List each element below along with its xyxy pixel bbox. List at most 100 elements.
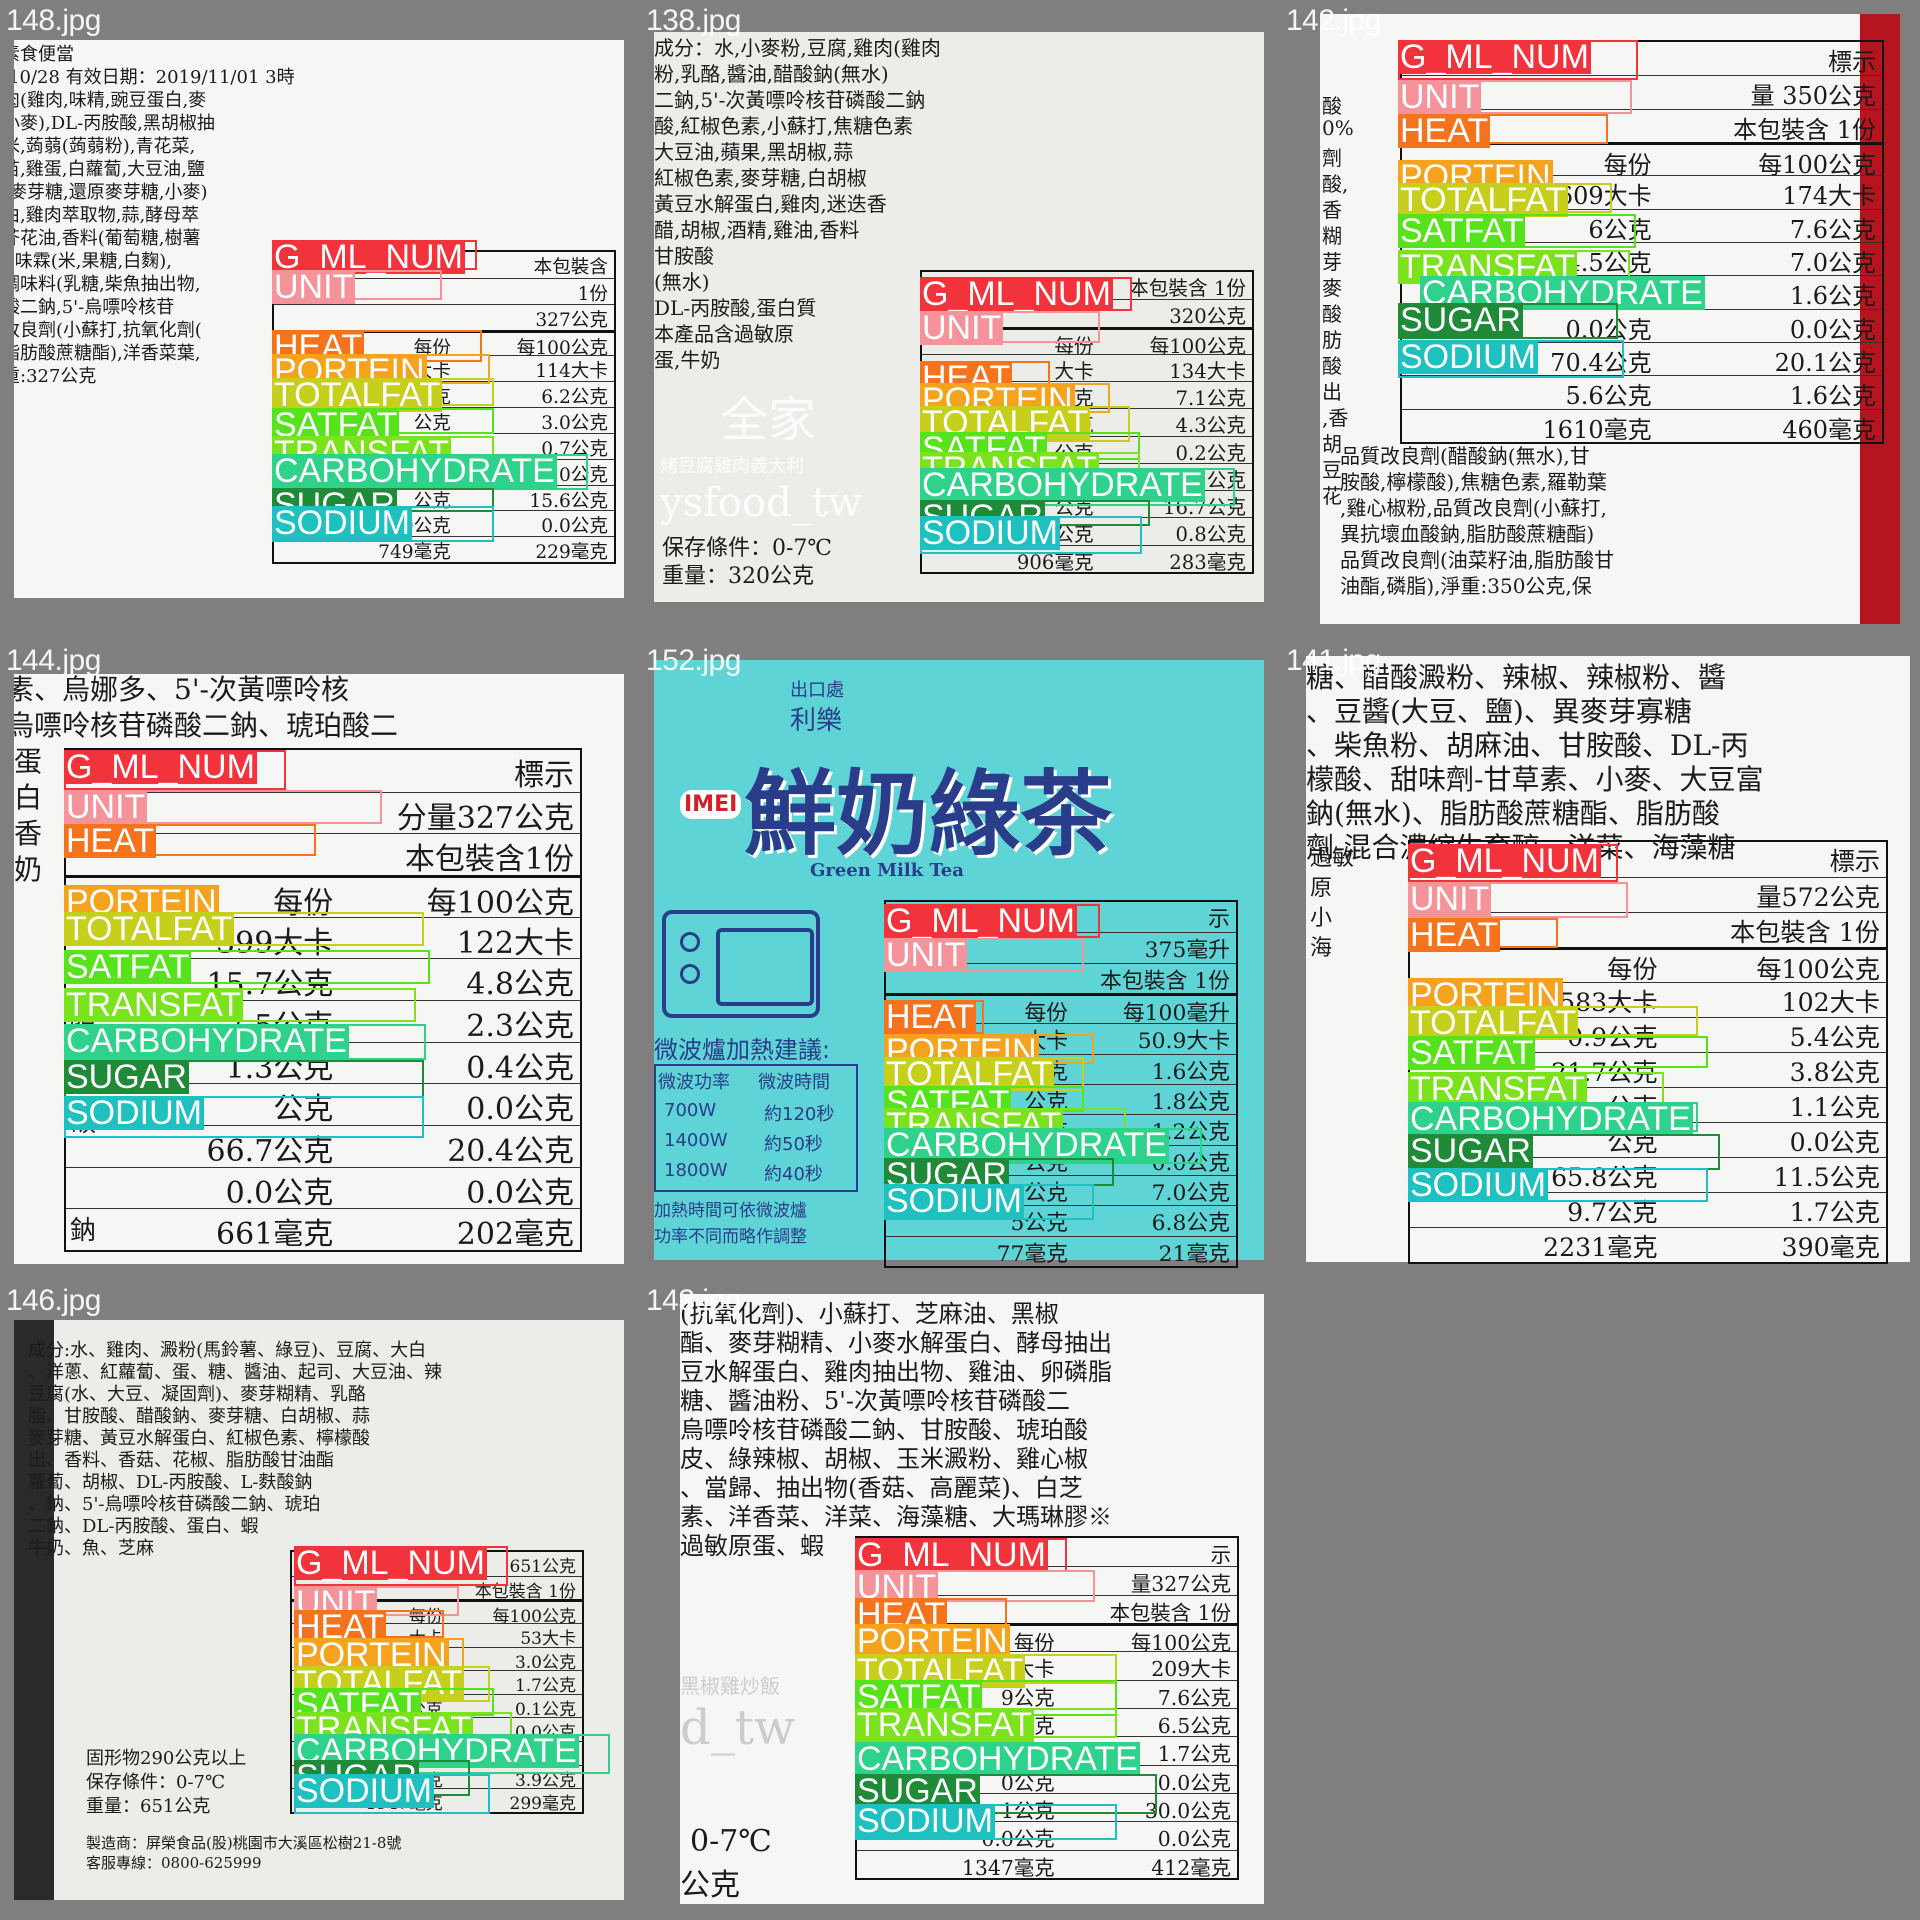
- detection-box-unit[interactable]: UNIT: [272, 270, 442, 304]
- detection-label: SUGAR: [1408, 1132, 1533, 1170]
- detection-label: SUGAR: [64, 1058, 189, 1096]
- detection-box-sodium[interactable]: SODIUM: [64, 1096, 424, 1138]
- detection-box-heat[interactable]: HEAT: [64, 824, 316, 858]
- header-text: 量327公克: [1130, 1572, 1231, 1597]
- per-100-value: 299毫克: [509, 1794, 576, 1815]
- product-name-en: Green Milk Tea: [810, 860, 964, 881]
- microwave-knob: [680, 964, 700, 984]
- per-100-value: 20.4公克: [447, 1134, 574, 1169]
- detection-box-heat[interactable]: HEAT: [294, 1610, 444, 1644]
- detection-box-sugar[interactable]: SUGAR: [1398, 303, 1618, 339]
- detection-box-heat[interactable]: HEAT: [1398, 114, 1608, 148]
- tile-filename: 143.jpg: [646, 1284, 741, 1317]
- microwave-note: 加熱時間可依微波爐: [654, 1201, 807, 1221]
- header-text: 本包裝含 1份: [1100, 968, 1230, 994]
- per-100-value: 5.4公克: [1789, 1023, 1880, 1052]
- detection-label: CARBOHYDRATE: [855, 1740, 1140, 1778]
- detection-box-g_ml_num[interactable]: G_ML_NUM: [64, 750, 286, 790]
- detection-box-sugar[interactable]: SUGAR: [64, 1060, 424, 1098]
- nutrition-row: 661毫克 202毫克: [66, 1208, 580, 1252]
- detection-box-g_ml_num[interactable]: G_ML_NUM: [294, 1546, 508, 1586]
- ingredient-line: 品質改良劑(油菜籽油,脂肪酸甘: [1340, 548, 1615, 572]
- detection-box-sodium[interactable]: SODIUM: [1398, 340, 1624, 378]
- detection-box-totalfat[interactable]: TOTALFAT: [1408, 1006, 1698, 1040]
- detection-box-transfat[interactable]: TRANSFAT: [855, 1708, 1117, 1742]
- detection-box-heat[interactable]: HEAT: [884, 1000, 984, 1034]
- image-tile[interactable]: 出口處 利樂 IMEI 鮮奶綠茶 Green Milk Tea 微波爐加熱建議: 微波功率微…: [640, 640, 1276, 1276]
- detection-box-sodium[interactable]: SODIUM: [272, 506, 494, 542]
- nutrition-row: 77毫克 21毫克: [886, 1235, 1236, 1267]
- detection-box-sodium[interactable]: SODIUM: [855, 1804, 1117, 1840]
- detection-box-g_ml_num[interactable]: G_ML_NUM: [1398, 40, 1638, 80]
- ingredient-fragment: 0%: [1322, 116, 1354, 140]
- image-tile[interactable]: (抗氧化劑)、小蘇打、芝麻油、黑椒 酯、麥芽糊精、小麥水解蛋白、酵母抽出 豆水解蛋白…: [640, 1280, 1276, 1916]
- per-100-value: 21毫克: [1158, 1241, 1230, 1267]
- detection-label: HEAT: [884, 998, 977, 1036]
- header-text: 本包裝含 1份: [1730, 918, 1880, 947]
- image-tile[interactable]: 素、烏娜多、5'-次黃嘌呤核烏嘌呤核苷磷酸二鈉、琥珀酸二蛋白香奶脂碳鈉標示分量3…: [0, 640, 636, 1276]
- detection-box-unit[interactable]: UNIT: [1398, 80, 1632, 114]
- detection-box-satfat[interactable]: SATFAT: [64, 950, 430, 984]
- header-text: 320公克: [1169, 305, 1246, 329]
- detection-box-sodium[interactable]: SODIUM: [884, 1184, 1094, 1220]
- image-tile[interactable]: 成分：水,小麥粉,豆腐,雞肉(雞肉 粉,乳酪,醬油,醋酸鈉(無水) 二鈉,5'-次黃…: [640, 0, 1276, 636]
- detection-box-unit[interactable]: UNIT: [1408, 882, 1628, 918]
- detection-box-sodium[interactable]: SODIUM: [294, 1774, 490, 1814]
- detection-label: UNIT: [884, 936, 968, 974]
- image-grid: 素食便當/10/28 有效日期：2019/11/01 3時肉(雞肉,味精,豌豆蛋…: [0, 0, 1920, 1920]
- detection-box-totalfat[interactable]: TOTALFAT: [64, 912, 424, 946]
- header-text: 本包裝含: [533, 257, 608, 278]
- detection-label: G_ML_NUM: [1408, 842, 1601, 880]
- detection-box-satfat[interactable]: SATFAT: [1408, 1034, 1708, 1072]
- image-tile[interactable]: 成分:水、雞肉、澱粉(馬鈴薯、綠豆)、豆腐、大白 、洋蔥、紅蘿蔔、蛋、糖、醬油、起…: [0, 1280, 636, 1916]
- ingredient-line: ,雞心椒粉,品質改良劑(小蘇打,: [1340, 496, 1607, 520]
- header-text: 分量327公克: [396, 800, 574, 836]
- ingredient-line: 醋,胡椒,酒精,雞油,香料: [654, 218, 860, 242]
- detection-box-sodium[interactable]: SODIUM: [920, 516, 1142, 554]
- per-100-value: 1.8公克: [1151, 1090, 1230, 1115]
- detection-box-totalfat[interactable]: TOTALFAT: [1398, 183, 1612, 217]
- header-text: 示: [1210, 1543, 1231, 1567]
- per-100-value: 7.6公克: [1789, 215, 1876, 244]
- detection-box-satfat[interactable]: SATFAT: [1398, 214, 1636, 248]
- detection-box-carbohydrate[interactable]: CARBOHYDRATE: [1408, 1102, 1698, 1136]
- image-tile[interactable]: 素食便當/10/28 有效日期：2019/11/01 3時肉(雞肉,味精,豌豆蛋…: [0, 0, 636, 636]
- detection-box-g_ml_num[interactable]: G_ML_NUM: [272, 240, 477, 274]
- image-tile[interactable]: 品質改良劑(醋酸鈉(無水),甘 胺酸,檸檬酸),焦糖色素,羅勒葉 ,雞心椒粉,品質改…: [1280, 0, 1916, 636]
- per-100-value: 0.0公克: [541, 516, 608, 538]
- detection-box-unit[interactable]: UNIT: [64, 790, 382, 824]
- detection-label: SODIUM: [1408, 1166, 1548, 1204]
- detection-box-transfat[interactable]: TRANSFAT: [64, 988, 416, 1022]
- detection-box-g_ml_num[interactable]: G_ML_NUM: [920, 277, 1132, 311]
- detection-box-heat[interactable]: HEAT: [1408, 918, 1558, 952]
- image-tile[interactable]: 糖、醋酸澱粉、辣椒、辣椒粉、醬 、豆醬(大豆、鹽)、異麥芽寡糖 、柴魚粉、胡麻油、甘…: [1280, 640, 1916, 1276]
- per-100-value: 1.6公克: [1789, 282, 1876, 311]
- microwave-table: [654, 1064, 858, 1192]
- detection-box-g_ml_num[interactable]: G_ML_NUM: [1408, 844, 1618, 882]
- detection-label: G_ML_NUM: [920, 275, 1113, 313]
- detection-box-satfat[interactable]: SATFAT: [272, 408, 494, 442]
- per-100-value: 1.7公克: [514, 1676, 576, 1697]
- header-text: 1份: [577, 283, 608, 305]
- detection-box-carbohydrate[interactable]: CARBOHYDRATE: [64, 1024, 426, 1060]
- per-100-value: 102大卡: [1781, 988, 1880, 1017]
- header-text: 標示: [1828, 48, 1876, 76]
- nutrition-row: 2231毫克 390毫克: [1410, 1227, 1886, 1263]
- per-100-value: 30.0公克: [1144, 1799, 1231, 1823]
- detection-box-carbohydrate[interactable]: CARBOHYDRATE: [272, 454, 588, 490]
- ingredient-line: 異抗壞血酸鈉,脂肪酸蔗糖酯): [1340, 522, 1595, 546]
- watermark: d_tw: [680, 1700, 796, 1756]
- detection-box-totalfat[interactable]: TOTALFAT: [272, 378, 494, 412]
- detection-label: SATFAT: [1408, 1034, 1536, 1072]
- weight-text: 重量：651公克: [86, 1796, 211, 1817]
- detection-box-sugar[interactable]: SUGAR: [1408, 1134, 1720, 1170]
- detection-box-unit[interactable]: UNIT: [920, 311, 1100, 345]
- detection-box-g_ml_num[interactable]: G_ML_NUM: [884, 904, 1100, 938]
- per-100-value: 390毫克: [1781, 1233, 1880, 1262]
- detection-box-unit[interactable]: UNIT: [884, 938, 1084, 972]
- detection-box-sodium[interactable]: SODIUM: [1408, 1168, 1708, 1202]
- detection-box-g_ml_num[interactable]: G_ML_NUM: [855, 1538, 1067, 1572]
- ingredient-fragment: 劑: [1322, 146, 1342, 170]
- detection-box-carbohydrate[interactable]: CARBOHYDRATE: [855, 1742, 1140, 1776]
- ingredient-fragment: 原: [1310, 876, 1333, 901]
